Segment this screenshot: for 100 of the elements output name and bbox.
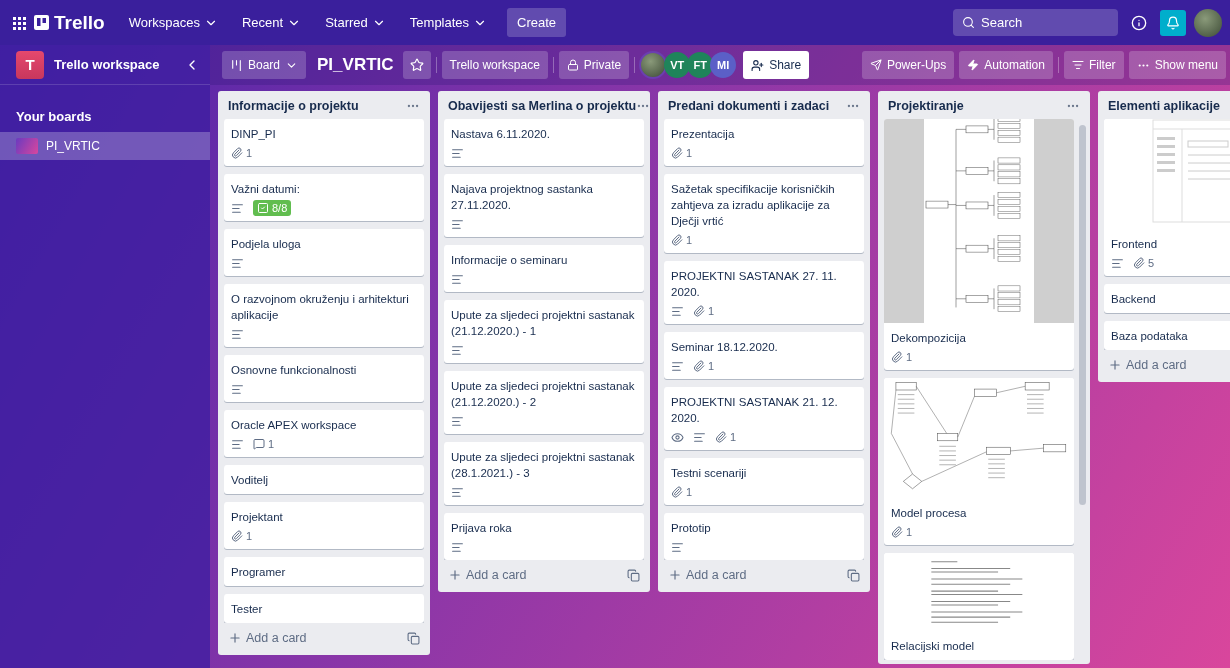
card[interactable]: Osnovne funkcionalnosti: [224, 355, 424, 402]
show-menu-button[interactable]: Show menu: [1128, 51, 1226, 79]
template-icon[interactable]: [627, 568, 640, 582]
template-icon[interactable]: [407, 631, 420, 645]
add-card-button[interactable]: Add a card: [448, 568, 527, 582]
app-grid-icon[interactable]: [12, 15, 26, 30]
attachment-count: 1: [231, 530, 253, 542]
automation-button[interactable]: Automation: [959, 51, 1053, 79]
bell-icon[interactable]: [1160, 9, 1186, 36]
card[interactable]: Voditelj: [224, 465, 424, 494]
card-title: Podjela uloga: [231, 237, 302, 252]
card[interactable]: Backend: [1104, 284, 1230, 313]
attachment-count: 1: [693, 360, 715, 372]
plus-icon: [1108, 358, 1122, 372]
card[interactable]: PROJEKTNI SASTANAK 21. 12. 2020. 1: [664, 387, 864, 450]
avatar[interactable]: [1194, 8, 1222, 37]
card-title: Upute za sljedeci projektni sastanak (21.12.2020.) - 1: [451, 308, 636, 339]
filter-icon: [1071, 59, 1084, 71]
card[interactable]: Podjela uloga: [224, 229, 424, 276]
card-title: Baza podataka: [1111, 329, 1189, 344]
card[interactable]: Upute za sljedeci projektni sastanak (21.12.2020.) - 1: [444, 300, 644, 363]
board-title: PI_VRTIC: [317, 55, 394, 75]
plus-icon: [228, 631, 242, 645]
card-title: Upute za sljedeci projektni sastanak (21.12.2020.) - 2: [451, 379, 636, 410]
nav-menu[interactable]: Starred: [315, 9, 396, 36]
filter-button[interactable]: Filter: [1063, 51, 1124, 79]
card[interactable]: Testni scenariji 1: [664, 458, 864, 505]
add-card-button[interactable]: Add a card: [668, 568, 747, 582]
comment-count: 1: [253, 438, 275, 450]
eye-icon: [671, 430, 684, 444]
card[interactable]: Frontend 5: [1104, 119, 1230, 276]
card[interactable]: Upute za sljedeci projektni sastanak (21.12.2020.) - 2: [444, 371, 644, 434]
visibility-button[interactable]: Private: [558, 51, 630, 79]
card-title: O razvojnom okruženju i arhitekturi aplikacije: [231, 292, 410, 323]
card[interactable]: Tester: [224, 594, 424, 623]
description-icon: [693, 430, 706, 444]
template-icon[interactable]: [847, 568, 860, 582]
star-button[interactable]: [402, 51, 431, 79]
card[interactable]: Seminar 18.12.2020. 1: [664, 332, 864, 379]
card[interactable]: Programer: [224, 557, 424, 586]
card-title: Model procesa: [891, 506, 968, 521]
card[interactable]: Prijava roka: [444, 513, 644, 560]
description-icon: [451, 217, 464, 231]
member-avatar[interactable]: [639, 51, 668, 79]
attachment-count: 5: [1133, 257, 1155, 269]
workspace-logo: T: [16, 50, 44, 79]
share-button[interactable]: Share: [743, 51, 810, 79]
card[interactable]: Važni datumi: 8/8: [224, 174, 424, 221]
power-ups-button[interactable]: Power-Ups: [861, 51, 955, 79]
card-title: Sažetak specifikacije korisničkih zahtjeva za izradu aplikacije za Dječji vrtić: [671, 182, 836, 229]
card-title: PROJEKTNI SASTANAK 27. 11. 2020.: [671, 269, 838, 300]
card[interactable]: Oracle APEX workspace 1: [224, 410, 424, 457]
view-switcher[interactable]: Board: [222, 51, 307, 79]
description-icon: [231, 437, 244, 451]
card-title: Upute za sljedeci projektni sastanak (28.1.2021.) - 3: [451, 450, 636, 481]
card[interactable]: DINP_PI 1: [224, 119, 424, 166]
card-title: Oracle APEX workspace: [231, 418, 358, 433]
nav-menu[interactable]: Workspaces: [118, 9, 228, 36]
description-icon: [451, 343, 464, 357]
nav-menu[interactable]: Recent: [232, 9, 312, 36]
board-icon: [230, 58, 243, 72]
card-title: Nastava 6.11.2020.: [451, 127, 551, 142]
card[interactable]: Prezentacija 1: [664, 119, 864, 166]
trello-logo[interactable]: Trello: [34, 11, 105, 34]
member-avatar[interactable]: FT: [687, 52, 714, 78]
create-button[interactable]: Create: [507, 8, 567, 37]
attachment-count: 1: [715, 431, 737, 443]
card-title: DINP_PI: [231, 127, 277, 142]
card[interactable]: O razvojnom okruženju i arhitekturi aplikacije: [224, 284, 424, 347]
card-title: Testni scenariji: [671, 466, 748, 481]
card[interactable]: Sažetak specifikacije korisničkih zahtjeva za izradu aplikacije za Dječji vrtić 1: [664, 174, 864, 253]
card[interactable]: Najava projektnog sastanka 27.11.2020.: [444, 174, 644, 237]
add-card-button[interactable]: Add a card: [1108, 358, 1187, 372]
list-title: Informacije o projektu: [228, 99, 359, 113]
nav-menu[interactable]: Templates: [399, 9, 498, 36]
board-item[interactable]: PI_VRTIC: [0, 132, 210, 160]
card[interactable]: Projektant 1: [224, 502, 424, 549]
scrollbar[interactable]: [1079, 125, 1086, 505]
card[interactable]: Nastava 6.11.2020.: [444, 119, 644, 166]
attachment-count: 1: [231, 147, 253, 159]
lightning-icon: [967, 59, 980, 71]
attachment-count: 1: [671, 147, 693, 159]
card[interactable]: Dekompozicija 1: [884, 119, 1074, 370]
card[interactable]: Prototip: [664, 513, 864, 560]
member-avatar[interactable]: VT: [664, 52, 691, 78]
card[interactable]: Model procesa 1: [884, 378, 1074, 545]
add-card-button[interactable]: Add a card: [228, 631, 307, 645]
card[interactable]: Informacije o seminaru: [444, 245, 644, 292]
card[interactable]: Upute za sljedeci projektni sastanak (28.1.2021.) - 3: [444, 442, 644, 505]
member-avatar[interactable]: MI: [710, 52, 737, 78]
section-title: Your boards: [15, 108, 93, 126]
attachment-count: 1: [891, 351, 913, 363]
star-icon: [409, 58, 424, 72]
card[interactable]: PROJEKTNI SASTANAK 27. 11. 2020. 1: [664, 261, 864, 324]
workspace-button[interactable]: Trello workspace: [441, 51, 548, 79]
add-user-icon: [751, 58, 765, 72]
list-title: Projektiranje: [888, 99, 964, 113]
card[interactable]: Baza podataka: [1104, 321, 1230, 350]
card[interactable]: Relacijski model: [884, 553, 1074, 660]
card-title: Dekompozicija: [891, 331, 967, 346]
